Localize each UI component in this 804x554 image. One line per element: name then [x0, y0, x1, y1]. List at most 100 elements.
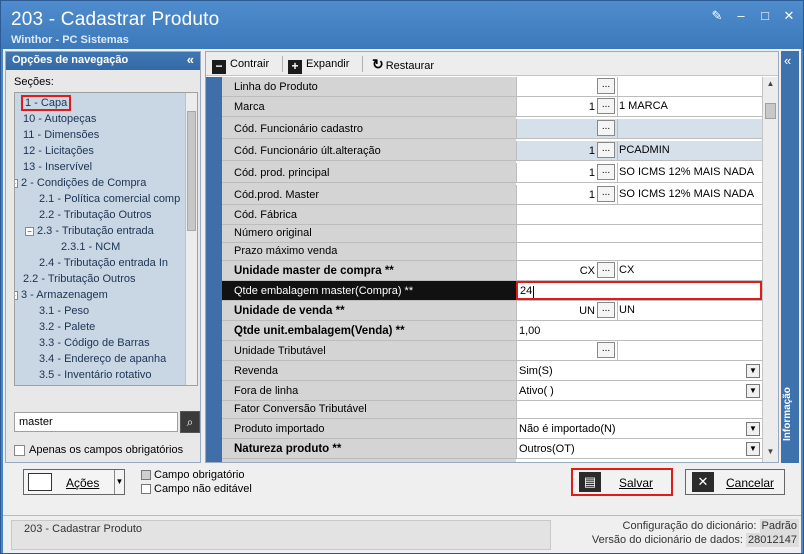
- field-value[interactable]: Não é importado(N) ▼: [516, 419, 762, 438]
- field-value[interactable]: UN... UN: [516, 301, 762, 320]
- lookup-code[interactable]: 1: [519, 189, 597, 201]
- lookup-button[interactable]: ...: [597, 120, 615, 136]
- salvar-button[interactable]: ▤ Salvar: [571, 468, 673, 496]
- field-value[interactable]: 1... PCADMIN: [516, 141, 762, 160]
- tree-item[interactable]: 3.4 - Endereço de apanha: [39, 351, 166, 367]
- field-value[interactable]: ...: [516, 119, 762, 138]
- field-value[interactable]: 1... SO ICMS 12% MAIS NADA: [516, 185, 762, 204]
- lookup-code[interactable]: UN: [519, 305, 597, 317]
- lookup-code[interactable]: 1: [519, 101, 597, 113]
- tree-scrollbar[interactable]: [185, 93, 197, 385]
- field-value[interactable]: [516, 223, 762, 242]
- legend-required-label: Campo obrigatório: [154, 469, 245, 481]
- field-value[interactable]: Sim(S) ▼: [516, 361, 762, 380]
- tree-scroll-thumb[interactable]: [187, 111, 196, 231]
- tree-item[interactable]: 3.5 - Inventário rotativo: [39, 367, 152, 383]
- lookup-code[interactable]: 1: [519, 167, 597, 179]
- tree-item[interactable]: 2.1 - Política comercial comp: [39, 191, 180, 207]
- close-icon: ✕: [692, 472, 714, 492]
- tree-item[interactable]: 10 - Autopeças: [23, 111, 96, 127]
- collapse-toggle-icon[interactable]: −: [15, 290, 18, 300]
- grid-gutter: [206, 77, 222, 462]
- field-label: Linha do Produto: [234, 81, 318, 93]
- sections-label: Seções:: [14, 76, 54, 88]
- sections-tree[interactable]: 1 - Capa 10 - Autopeças 11 - Dimensões 12 -…: [14, 92, 198, 386]
- collapse-toggle-icon[interactable]: −: [15, 178, 18, 188]
- tree-item-label: 2.3.1 - NCM: [61, 241, 121, 253]
- tree-item[interactable]: 2.4 - Tributação entrada In: [39, 255, 168, 271]
- lookup-code[interactable]: CX: [519, 265, 597, 277]
- tree-item[interactable]: −2.3 - Tributação entrada: [25, 223, 154, 239]
- config-label: Configuração do dicionário:: [622, 520, 757, 532]
- qtde-embalagem-input[interactable]: 24: [520, 285, 532, 297]
- close-button[interactable]: ✕: [779, 7, 799, 25]
- maximize-button[interactable]: □: [755, 7, 775, 25]
- lookup-button[interactable]: ...: [597, 342, 615, 358]
- tree-item[interactable]: −3 - Armazenagem: [15, 287, 108, 303]
- field-value[interactable]: Ativo( ) ▼: [516, 381, 762, 400]
- search-input[interactable]: master: [14, 412, 178, 432]
- tree-item[interactable]: 3.3 - Código de Barras: [39, 335, 150, 351]
- chevron-down-icon[interactable]: ▼: [746, 384, 760, 398]
- lookup-button[interactable]: ...: [597, 142, 615, 158]
- field-value[interactable]: CX... CX: [516, 261, 762, 280]
- lookup-button[interactable]: ...: [597, 164, 615, 180]
- tree-item[interactable]: 13 - Inservível: [23, 159, 92, 175]
- field-value[interactable]: [516, 205, 762, 224]
- lookup-description: SO ICMS 12% MAIS NADA: [619, 188, 755, 200]
- field-row: Cód. Fábrica: [222, 205, 762, 225]
- field-value[interactable]: 24: [516, 281, 762, 300]
- field-value[interactable]: 1,00: [516, 321, 762, 340]
- tree-item[interactable]: 3.1 - Peso: [39, 303, 89, 319]
- tree-item[interactable]: 1 - Capa: [20, 95, 72, 111]
- collapse-toggle-icon[interactable]: −: [25, 226, 34, 236]
- tree-item[interactable]: 2.2 - Tributação Outros: [39, 207, 152, 223]
- checkbox-icon[interactable]: [14, 444, 25, 456]
- information-strip[interactable]: « Informação: [781, 51, 799, 463]
- cancelar-button[interactable]: ✕ Cancelar: [685, 469, 785, 495]
- field-value[interactable]: 1... SO ICMS 12% MAIS NADA: [516, 163, 762, 182]
- field-value[interactable]: 1... 1 MARCA: [516, 97, 762, 116]
- field-value[interactable]: ...: [516, 341, 762, 360]
- cell-divider: [617, 141, 618, 160]
- lookup-button[interactable]: ...: [597, 186, 615, 202]
- tree-item[interactable]: 2.2 - Tributação Outros: [23, 271, 136, 287]
- scroll-up-icon[interactable]: ▲: [765, 79, 776, 90]
- only-required-checkbox[interactable]: Apenas os campos obrigatórios: [14, 444, 183, 456]
- field-value[interactable]: [516, 241, 762, 260]
- lookup-button[interactable]: ...: [597, 78, 615, 94]
- acoes-button[interactable]: Ações ▼: [23, 469, 125, 495]
- scroll-down-icon[interactable]: ▼: [765, 447, 776, 458]
- lookup-code[interactable]: 1: [519, 145, 597, 157]
- field-value[interactable]: ...: [516, 77, 762, 96]
- chevron-down-icon[interactable]: ▼: [746, 364, 760, 378]
- lookup-button[interactable]: ...: [597, 262, 615, 278]
- collapse-info-icon[interactable]: «: [784, 53, 791, 68]
- search-icon[interactable]: ⌕: [180, 411, 200, 433]
- tree-item[interactable]: 2.3.1 - NCM: [61, 239, 120, 255]
- tree-item[interactable]: 3.2 - Palete: [39, 319, 95, 335]
- grid-scrollbar[interactable]: ▲ ▼: [762, 77, 778, 462]
- minimize-button[interactable]: –: [731, 7, 751, 25]
- expandir-button[interactable]: + Expandir: [288, 56, 349, 74]
- chevron-down-icon[interactable]: ▼: [114, 470, 124, 494]
- navigation-title: Opções de navegação: [12, 54, 129, 66]
- grid-scroll-thumb[interactable]: [765, 103, 776, 119]
- tree-item-label: 11 - Dimensões: [23, 129, 100, 141]
- edit-icon[interactable]: ✎: [707, 7, 727, 25]
- status-bar: 203 - Cadastrar Produto Configuração do …: [3, 515, 801, 553]
- collapse-nav-icon[interactable]: «: [187, 52, 194, 67]
- restaurar-button[interactable]: ↻ Restaurar: [372, 56, 434, 73]
- lookup-button[interactable]: ...: [597, 98, 615, 114]
- lookup-button[interactable]: ...: [597, 302, 615, 318]
- chevron-down-icon[interactable]: ▼: [746, 422, 760, 436]
- cell-divider: [617, 119, 618, 138]
- tree-item[interactable]: −2 - Condições de Compra: [15, 175, 146, 191]
- field-value[interactable]: [516, 399, 762, 418]
- tree-item[interactable]: 11 - Dimensões: [23, 127, 99, 143]
- text-value[interactable]: 1,00: [519, 325, 540, 337]
- chevron-down-icon[interactable]: ▼: [746, 442, 760, 456]
- contrair-button[interactable]: − Contrair: [212, 56, 269, 74]
- tree-item[interactable]: 12 - Licitações: [23, 143, 94, 159]
- field-value[interactable]: Outros(OT) ▼: [516, 439, 762, 458]
